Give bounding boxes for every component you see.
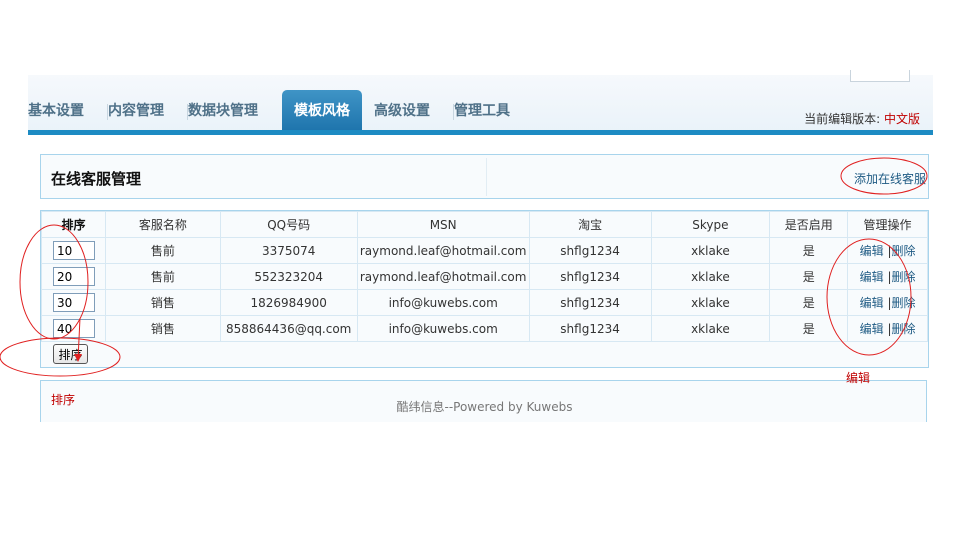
version-value[interactable]: 中文版 bbox=[884, 112, 920, 126]
nav-data-block-management[interactable]: 数据块管理 bbox=[188, 90, 270, 130]
edit-link[interactable]: 编辑 bbox=[860, 296, 884, 310]
cell-enabled: 是 bbox=[769, 237, 849, 264]
cell-taobao: shflg1234 bbox=[528, 315, 652, 342]
nav-underline bbox=[28, 130, 933, 135]
edit-link[interactable]: 编辑 bbox=[860, 322, 884, 336]
cell-msn: raymond.leaf@hotmail.com bbox=[356, 237, 530, 264]
page-header: 在线客服管理 添加在线客服 bbox=[40, 154, 929, 199]
edit-link[interactable]: 编辑 bbox=[860, 244, 884, 258]
annotation-edit-note: 编辑 bbox=[846, 371, 871, 385]
col-msn: MSN bbox=[356, 211, 530, 238]
delete-link[interactable]: 删除 bbox=[892, 244, 916, 258]
footer-copyright: 酷纬信息--Powered by Kuwebs bbox=[396, 400, 573, 414]
col-name: 客服名称 bbox=[104, 211, 221, 238]
service-table: 排序 客服名称 QQ号码 MSN 淘宝 Skype 是否启用 管理操作 售前 3… bbox=[41, 211, 928, 342]
cell-skype: xklake bbox=[650, 263, 771, 290]
cell-actions: 编辑 |删除 bbox=[847, 237, 928, 264]
cell-qq: 552323204 bbox=[219, 263, 358, 290]
cell-skype: xklake bbox=[650, 237, 771, 264]
nav-basic-settings[interactable]: 基本设置 bbox=[28, 90, 108, 130]
version-label: 当前编辑版本: bbox=[804, 112, 881, 126]
cell-skype: xklake bbox=[650, 289, 771, 316]
cell-actions: 编辑 |删除 bbox=[847, 263, 928, 290]
service-table-panel: 排序 客服名称 QQ号码 MSN 淘宝 Skype 是否启用 管理操作 售前 3… bbox=[40, 210, 929, 368]
order-input[interactable] bbox=[53, 319, 95, 338]
cell-enabled: 是 bbox=[769, 263, 849, 290]
col-taobao: 淘宝 bbox=[528, 211, 652, 238]
cell-enabled: 是 bbox=[769, 315, 849, 342]
cell-name: 销售 bbox=[104, 289, 221, 316]
table-header-row: 排序 客服名称 QQ号码 MSN 淘宝 Skype 是否启用 管理操作 bbox=[41, 211, 928, 238]
page-title: 在线客服管理 bbox=[51, 170, 142, 188]
cell-enabled: 是 bbox=[769, 289, 849, 316]
delete-link[interactable]: 删除 bbox=[892, 322, 916, 336]
cell-msn: info@kuwebs.com bbox=[356, 289, 530, 316]
nav-template-style[interactable]: 模板风格 bbox=[282, 90, 362, 130]
add-service-link[interactable]: 添加在线客服 bbox=[854, 170, 926, 187]
order-input[interactable] bbox=[53, 293, 95, 312]
cell-skype: xklake bbox=[650, 315, 771, 342]
table-row: 销售 1826984900 info@kuwebs.com shflg1234 … bbox=[41, 289, 928, 316]
col-enabled: 是否启用 bbox=[769, 211, 849, 238]
cell-qq: 3375074 bbox=[219, 237, 358, 264]
nav-content-management[interactable]: 内容管理 bbox=[108, 90, 188, 130]
table-row: 销售 858864436@qq.com info@kuwebs.com shfl… bbox=[41, 315, 928, 342]
col-skype: Skype bbox=[650, 211, 771, 238]
footer-panel: 酷纬信息--Powered by Kuwebs bbox=[40, 380, 927, 422]
cell-qq: 1826984900 bbox=[219, 289, 358, 316]
cell-name: 销售 bbox=[104, 315, 221, 342]
header-divider bbox=[486, 158, 487, 196]
sort-button[interactable]: 排序 bbox=[53, 344, 88, 364]
table-row: 售前 3375074 raymond.leaf@hotmail.com shfl… bbox=[41, 237, 928, 264]
top-search-box[interactable] bbox=[850, 70, 910, 82]
cell-actions: 编辑 |删除 bbox=[847, 315, 928, 342]
main-nav: 基本设置 内容管理 数据块管理 模板风格 高级设置 管理工具 bbox=[28, 90, 534, 130]
annotation-sort-note: 排序 bbox=[51, 393, 76, 407]
order-input[interactable] bbox=[53, 267, 95, 286]
edit-link[interactable]: 编辑 bbox=[860, 270, 884, 284]
nav-management-tools[interactable]: 管理工具 bbox=[454, 90, 522, 130]
cell-name: 售前 bbox=[104, 263, 221, 290]
order-input[interactable] bbox=[53, 241, 95, 260]
col-qq: QQ号码 bbox=[219, 211, 358, 238]
cell-qq: 858864436@qq.com bbox=[219, 315, 358, 342]
cell-taobao: shflg1234 bbox=[528, 263, 652, 290]
cell-taobao: shflg1234 bbox=[528, 289, 652, 316]
cell-taobao: shflg1234 bbox=[528, 237, 652, 264]
cell-name: 售前 bbox=[104, 237, 221, 264]
delete-link[interactable]: 删除 bbox=[892, 296, 916, 310]
col-actions: 管理操作 bbox=[847, 211, 928, 238]
edit-version: 当前编辑版本: 中文版 bbox=[804, 110, 920, 127]
cell-msn: raymond.leaf@hotmail.com bbox=[356, 263, 530, 290]
table-row: 售前 552323204 raymond.leaf@hotmail.com sh… bbox=[41, 263, 928, 290]
col-order: 排序 bbox=[41, 211, 106, 238]
delete-link[interactable]: 删除 bbox=[892, 270, 916, 284]
cell-actions: 编辑 |删除 bbox=[847, 289, 928, 316]
cell-msn: info@kuwebs.com bbox=[356, 315, 530, 342]
nav-advanced-settings[interactable]: 高级设置 bbox=[374, 90, 454, 130]
